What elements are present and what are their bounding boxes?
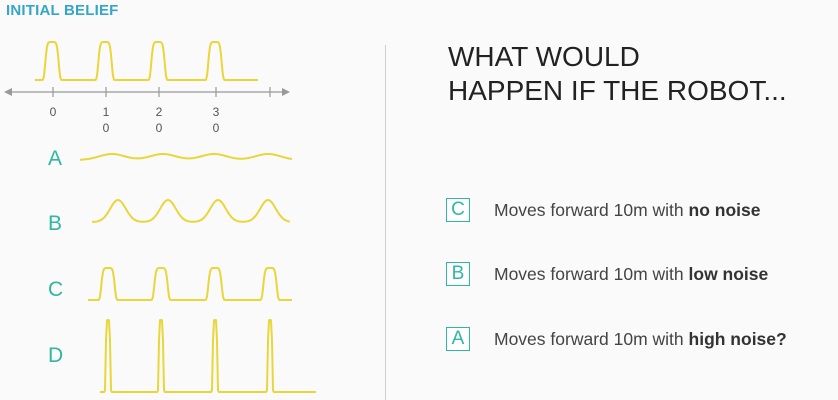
- option-row-b[interactable]: B Moves forward 10m with low noise: [446, 260, 768, 288]
- option-text-no-noise: Moves forward 10m with no noise: [494, 199, 761, 220]
- tick-label: 0: [156, 121, 163, 135]
- tick-label: 1: [103, 105, 110, 119]
- option-badge-b[interactable]: B: [446, 262, 470, 286]
- row-label-b: B: [48, 212, 62, 235]
- option-row-c[interactable]: C Moves forward 10m with no noise: [446, 196, 760, 224]
- arrow-right-icon: [282, 88, 290, 96]
- vertical-divider: [385, 45, 386, 400]
- option-badge-c[interactable]: C: [446, 198, 470, 222]
- option-text-low-noise: Moves forward 10m with low noise: [494, 263, 769, 284]
- arrow-left-icon: [4, 88, 12, 96]
- option-badge-a[interactable]: A: [446, 327, 470, 351]
- question-line-2: HAPPEN IF THE ROBOT...: [448, 75, 787, 106]
- curve-c-medium-peaks: [88, 267, 292, 301]
- tick-label: 0: [50, 105, 57, 119]
- curve-d-sharp-spikes: [100, 318, 316, 393]
- curve-a-wavy: [79, 152, 293, 161]
- curve-b-broad-peaks: [91, 198, 291, 223]
- question-heading: WHAT WOULD HAPPEN IF THE ROBOT...: [448, 40, 787, 108]
- row-label-c: C: [48, 278, 63, 301]
- row-label-d: D: [48, 344, 63, 367]
- row-label-a: A: [48, 147, 62, 170]
- tick-label: 3: [213, 105, 220, 119]
- option-row-a[interactable]: A Moves forward 10m with high noise?: [446, 325, 787, 353]
- question-line-1: WHAT WOULD: [448, 41, 640, 72]
- tick-label: 2: [156, 105, 163, 119]
- tick-label: 0: [213, 121, 220, 135]
- tick-labels: 0 1 0 2 0 3 0: [50, 105, 220, 135]
- tick-label: 0: [103, 121, 110, 135]
- number-line: [4, 87, 290, 97]
- belief-diagram: 0 1 0 2 0 3 0 A B C D: [4, 41, 316, 393]
- initial-belief-curve: [35, 41, 258, 81]
- option-text-high-noise: Moves forward 10m with high noise?: [494, 328, 787, 349]
